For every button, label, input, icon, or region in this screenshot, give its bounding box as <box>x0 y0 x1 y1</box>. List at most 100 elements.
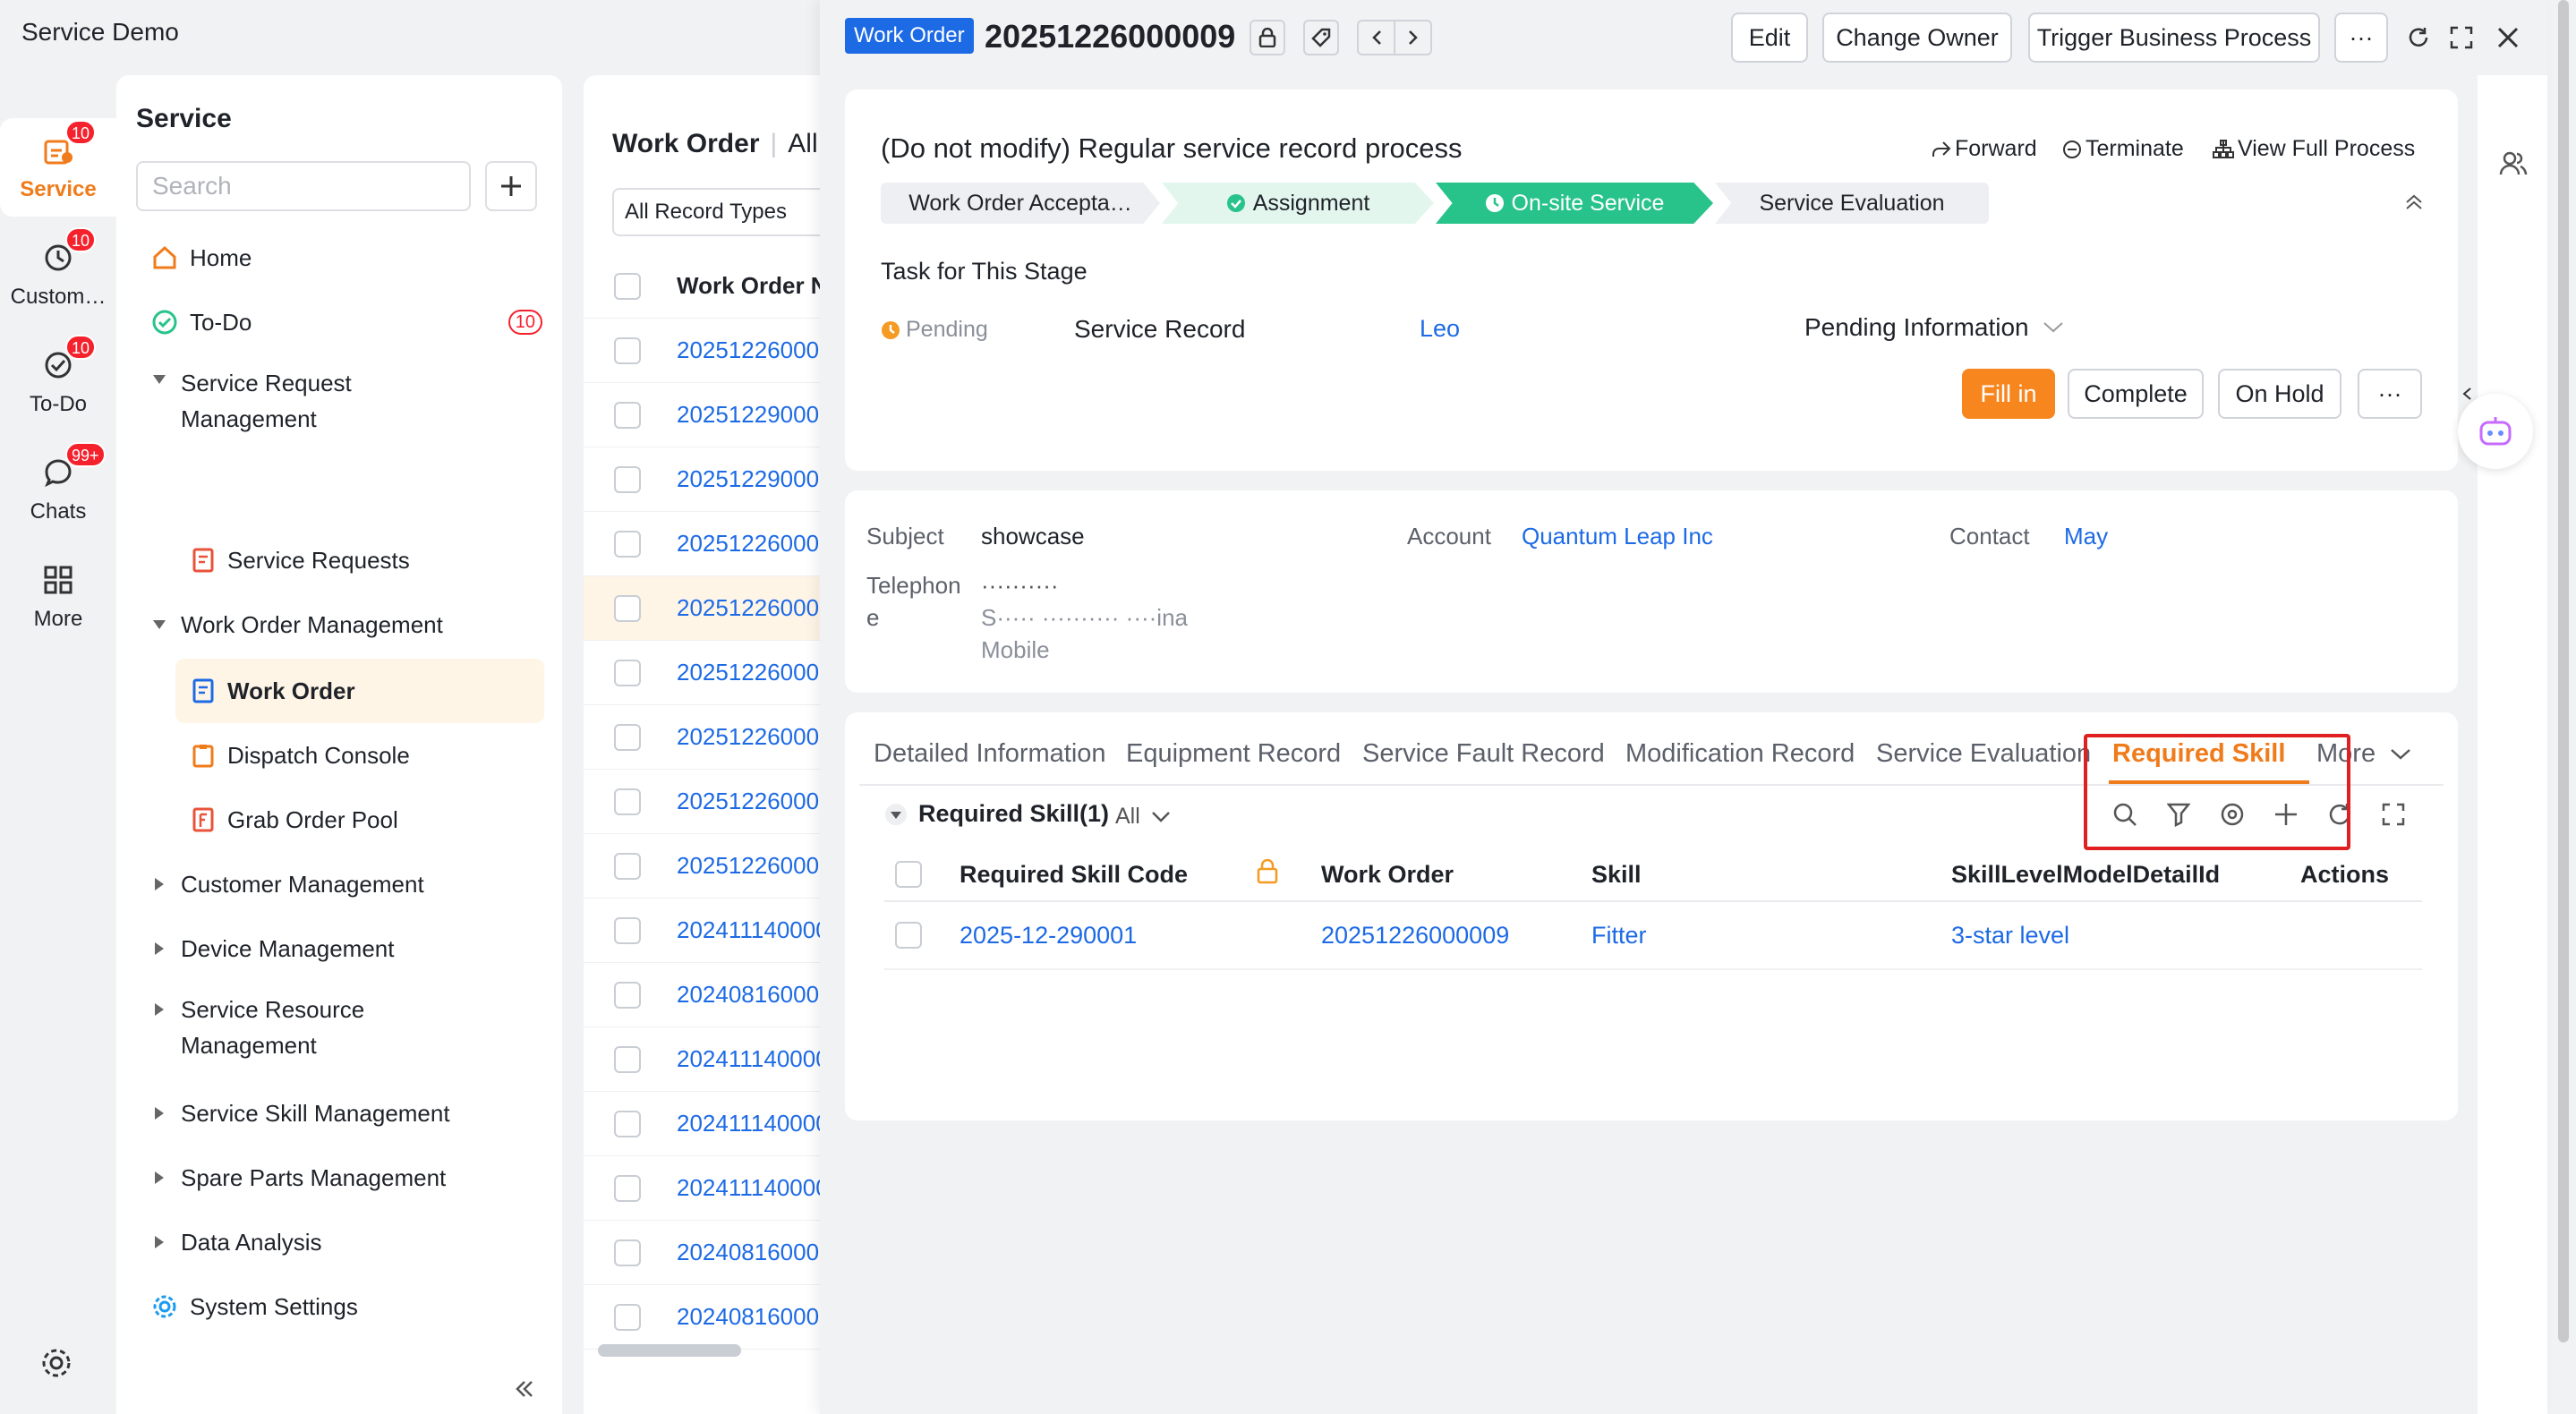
nav-item-system-settings[interactable]: System Settings <box>116 1285 562 1328</box>
nav-group-data-analysis[interactable]: Data Analysis <box>116 1221 562 1264</box>
collapse-icon[interactable] <box>514 1378 535 1400</box>
work-order-number-link[interactable]: 202408160000 <box>677 1303 825 1331</box>
more-actions-button[interactable]: ··· <box>2334 13 2388 63</box>
nav-group-work-order[interactable]: Work Order Management <box>116 603 562 646</box>
pending-information-dropdown[interactable]: Pending Information <box>1804 313 2065 342</box>
tab-modification-record[interactable]: Modification Record <box>1625 739 1855 769</box>
nav-item-grab-order-pool[interactable]: Grab Order Pool <box>116 798 562 841</box>
chevron-left-icon[interactable] <box>1359 21 1395 54</box>
work-order-number-link[interactable]: 202512260000 <box>677 594 825 622</box>
list-item[interactable]: 202408160000 <box>584 1285 825 1350</box>
work-order-number-link[interactable]: 202408160000 <box>677 1239 825 1266</box>
list-item[interactable]: 202408160000 <box>584 1221 825 1285</box>
tab-service-fault-record[interactable]: Service Fault Record <box>1362 739 1605 769</box>
row-checkbox[interactable] <box>614 852 641 880</box>
nav-item-todo[interactable]: To-Do 10 <box>116 301 562 344</box>
nav-group-spare-parts[interactable]: Spare Parts Management <box>116 1156 562 1199</box>
horizontal-scrollbar[interactable] <box>598 1344 741 1357</box>
work-order-number-link[interactable]: 202512290000 <box>677 401 825 429</box>
work-order-number-link[interactable]: 202512290000 <box>677 465 825 493</box>
chevron-right-icon[interactable] <box>1395 21 1430 54</box>
forward-link[interactable]: Forward <box>1932 136 2037 162</box>
row-checkbox[interactable] <box>614 336 641 364</box>
assistant-bot-icon[interactable] <box>2458 394 2533 469</box>
row-checkbox[interactable] <box>614 594 641 622</box>
on-hold-button[interactable]: On Hold <box>2218 369 2341 419</box>
contact-link[interactable]: May <box>2064 523 2108 550</box>
row-checkbox[interactable] <box>614 1303 641 1331</box>
work-order-number-link[interactable]: 202411140000 <box>677 1110 825 1137</box>
list-item[interactable]: 202408160000 <box>584 963 825 1027</box>
lock-icon[interactable] <box>1250 20 1285 55</box>
nav-group-service-resource[interactable]: Service Resource Management <box>116 992 562 1072</box>
work-order-number-link[interactable]: 202512260000 <box>677 530 825 558</box>
column-header-work-order[interactable]: Work Order <box>1321 861 1454 889</box>
rail-item-service[interactable]: 10 Service <box>0 118 116 217</box>
nav-item-work-order[interactable]: Work Order <box>175 659 544 723</box>
work-order-number-link[interactable]: 202411140000 <box>677 1174 825 1202</box>
work-order-link[interactable]: 20251226000009 <box>1321 922 1509 950</box>
row-checkbox[interactable] <box>614 723 641 751</box>
list-item[interactable]: 202411140000 <box>584 1092 825 1156</box>
work-order-number-link[interactable]: 202512260000 <box>677 788 825 815</box>
section-header[interactable]: Required Skill(1) <box>884 800 1109 828</box>
list-item[interactable]: 202512260000 <box>584 641 825 705</box>
row-checkbox[interactable] <box>895 922 922 949</box>
list-item[interactable]: 202411140000 <box>584 1027 825 1092</box>
work-order-number-link[interactable]: 202411140000 <box>677 916 825 944</box>
view-full-process-link[interactable]: View Full Process <box>2213 136 2415 162</box>
rail-item-todo[interactable]: 10 To-Do <box>0 333 116 431</box>
row-checkbox[interactable] <box>614 788 641 815</box>
list-item[interactable]: 202512290000 <box>584 383 825 447</box>
fullscreen-icon[interactable] <box>2377 798 2410 831</box>
vertical-scrollbar[interactable] <box>2558 0 2569 1342</box>
required-skill-code-link[interactable]: 2025-12-290001 <box>960 922 1137 950</box>
refresh-icon[interactable] <box>2406 25 2431 50</box>
step-assignment[interactable]: Assignment <box>1162 183 1434 224</box>
tab-service-evaluation[interactable]: Service Evaluation <box>1876 739 2091 769</box>
tag-icon[interactable] <box>1303 20 1339 55</box>
nav-group-device[interactable]: Device Management <box>116 927 562 970</box>
step-service-evaluation[interactable]: Service Evaluation <box>1715 183 1989 224</box>
row-checkbox[interactable] <box>614 465 641 493</box>
row-checkbox[interactable] <box>614 1045 641 1073</box>
nav-group-customer[interactable]: Customer Management <box>116 863 562 906</box>
team-icon[interactable] <box>2499 150 2528 177</box>
skill-level-link[interactable]: 3-star level <box>1951 922 2069 950</box>
section-filter-dropdown[interactable]: All <box>1115 804 1171 830</box>
nav-item-service-requests[interactable]: Service Requests <box>116 539 562 582</box>
expand-handle-icon[interactable] <box>2461 387 2472 401</box>
work-order-number-link[interactable]: 202408160000 <box>677 981 825 1009</box>
add-button[interactable] <box>485 161 537 211</box>
rail-item-chats[interactable]: 99+ Chats <box>0 440 116 539</box>
work-order-number-link[interactable]: 202512260000 <box>677 723 825 751</box>
expand-icon[interactable] <box>2449 25 2474 50</box>
list-item[interactable]: 202512260000 <box>584 705 825 770</box>
list-item[interactable]: 202411140000 <box>584 899 825 963</box>
nav-group-service-skill[interactable]: Service Skill Management <box>116 1092 562 1135</box>
column-header-required-skill-code[interactable]: Required Skill Code <box>960 861 1188 889</box>
fill-in-button[interactable]: Fill in <box>1962 369 2055 419</box>
row-checkbox[interactable] <box>614 1239 641 1266</box>
list-item[interactable]: 202512260000 <box>584 834 825 899</box>
record-type-filter[interactable]: All Record Types <box>612 188 825 236</box>
list-item[interactable]: 202512260000 <box>584 319 825 383</box>
search-input[interactable]: Search <box>136 161 471 211</box>
select-all-checkbox[interactable] <box>895 861 922 888</box>
row-checkbox[interactable] <box>614 1110 641 1137</box>
skill-link[interactable]: Fitter <box>1591 922 1647 950</box>
row-checkbox[interactable] <box>614 1174 641 1202</box>
rail-item-more[interactable]: More <box>0 548 116 646</box>
step-work-order-acceptance[interactable]: Work Order Accepta… <box>881 183 1160 224</box>
work-order-number-link[interactable]: 202411140000 <box>677 1045 825 1073</box>
row-checkbox[interactable] <box>614 981 641 1009</box>
edit-button[interactable]: Edit <box>1731 13 1808 63</box>
row-checkbox[interactable] <box>614 530 641 558</box>
nav-item-home[interactable]: Home <box>116 236 562 279</box>
column-header-skill[interactable]: Skill <box>1591 861 1642 889</box>
column-header-skill-level[interactable]: SkillLevelModelDetailId <box>1951 861 2220 889</box>
list-item[interactable]: 202512260000 <box>584 512 825 576</box>
task-more-button[interactable]: ··· <box>2358 369 2422 419</box>
rail-item-customer[interactable]: 10 Custom… <box>0 226 116 324</box>
nav-item-dispatch-console[interactable]: Dispatch Console <box>116 734 562 777</box>
